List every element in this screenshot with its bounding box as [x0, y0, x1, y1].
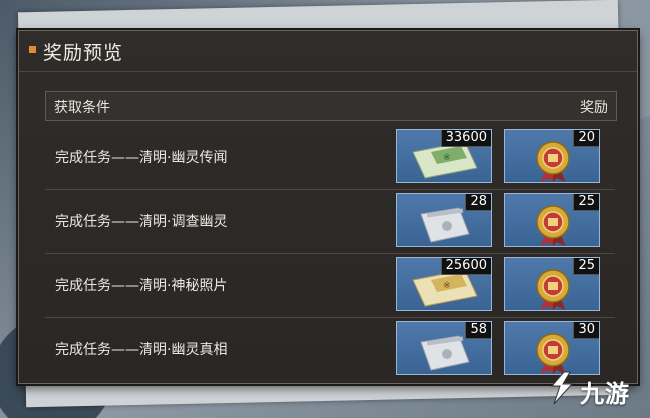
column-header-condition: 获取条件: [54, 100, 110, 116]
table-row: 完成任务——清明·神秘照片 ※ 25600 25: [45, 253, 615, 318]
item-count-badge: 58: [465, 322, 491, 339]
item-count-badge: 20: [573, 130, 599, 147]
reward-slot[interactable]: 28: [396, 193, 492, 247]
svg-text:※: ※: [443, 281, 451, 291]
table-row: 完成任务——清明·幽灵传闻 ※ 33600 20: [45, 125, 615, 190]
watermark-text: 九游: [580, 380, 630, 408]
panel-header: 奖励预览: [19, 31, 637, 72]
panel-title: 奖励预览: [43, 42, 124, 64]
reward-slot[interactable]: 30: [504, 321, 600, 375]
table-row: 完成任务——清明·幽灵真相 58 30: [45, 317, 615, 377]
reward-slot[interactable]: ※ 33600: [396, 129, 492, 183]
reward-slot[interactable]: 58: [396, 321, 492, 375]
condition-label: 完成任务——清明·神秘照片: [55, 278, 228, 294]
condition-label: 完成任务——清明·幽灵传闻: [55, 150, 228, 166]
item-count-badge: 33600: [440, 130, 491, 147]
title-marker-icon: [29, 46, 36, 53]
item-count-badge: 25600: [440, 258, 491, 275]
reward-slot[interactable]: 25: [504, 257, 600, 311]
item-count-badge: 30: [573, 322, 599, 339]
table-row: 完成任务——清明·调查幽灵 28 25: [45, 189, 615, 254]
condition-label: 完成任务——清明·幽灵真相: [55, 342, 228, 358]
svg-text:※: ※: [443, 153, 451, 163]
watermark-logo: 九游: [546, 368, 636, 408]
item-count-badge: 25: [573, 258, 599, 275]
item-count-badge: 25: [573, 194, 599, 211]
reward-preview-panel: 奖励预览 获取条件 奖励 完成任务——清明·幽灵传闻 ※ 33600 20 完成…: [18, 30, 638, 384]
table-header: 获取条件 奖励: [45, 91, 617, 121]
reward-slot[interactable]: 25: [504, 193, 600, 247]
condition-label: 完成任务——清明·调查幽灵: [55, 214, 228, 230]
column-header-reward: 奖励: [580, 100, 608, 116]
reward-slot[interactable]: ※ 25600: [396, 257, 492, 311]
nine-game-logo-icon: [550, 371, 574, 405]
item-count-badge: 28: [465, 194, 491, 211]
reward-slot[interactable]: 20: [504, 129, 600, 183]
